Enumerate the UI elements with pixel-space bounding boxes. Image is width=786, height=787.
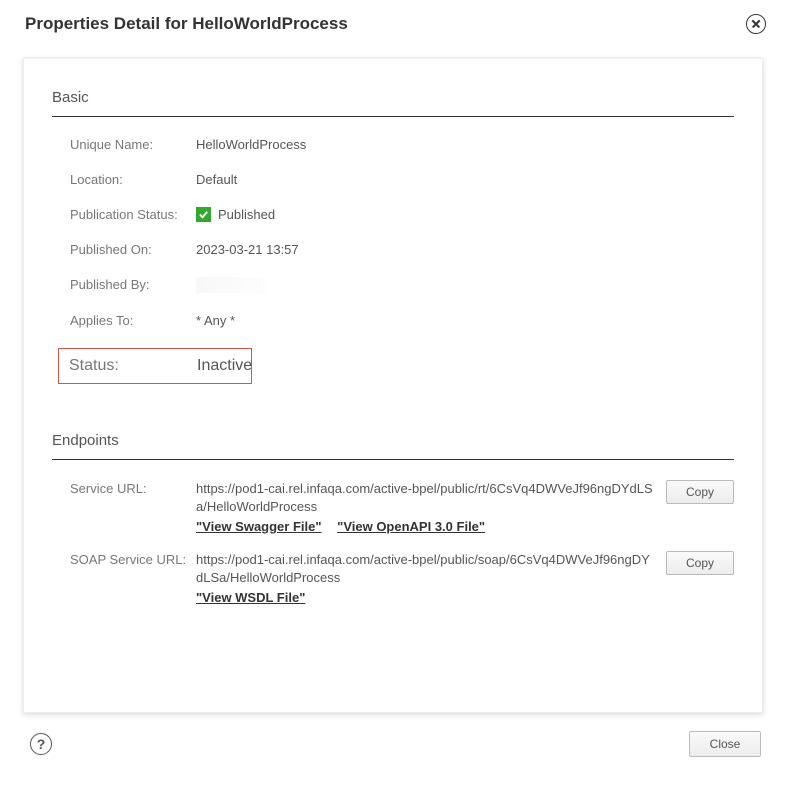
close-button[interactable]: Close [689, 731, 761, 757]
view-wsdl-link[interactable]: "View WSDL File" [196, 590, 305, 605]
label-service-url: Service URL: [70, 480, 196, 496]
label-soap-url: SOAP Service URL: [70, 551, 196, 567]
label-location: Location: [70, 172, 196, 187]
view-openapi-link[interactable]: "View OpenAPI 3.0 File" [337, 519, 485, 534]
row-location: Location: Default [70, 172, 734, 187]
value-applies-to: * Any * [196, 313, 235, 328]
row-published-on: Published On: 2023-03-21 13:57 [70, 242, 734, 257]
basic-section: Basic Unique Name: HelloWorldProcess Loc… [52, 89, 734, 384]
label-applies-to: Applies To: [70, 313, 196, 328]
value-service-url: https://pod1-cai.rel.infaqa.com/active-b… [196, 481, 653, 514]
row-applies-to: Applies To: * Any * [70, 313, 734, 328]
value-published-by [196, 277, 266, 293]
label-published-on: Published On: [70, 242, 196, 257]
endpoints-grid: Service URL: https://pod1-cai.rel.infaqa… [52, 480, 734, 607]
endpoints-section: Endpoints Service URL: https://pod1-cai.… [52, 432, 734, 607]
value-published-on: 2023-03-21 13:57 [196, 242, 299, 257]
content-panel: Basic Unique Name: HelloWorldProcess Loc… [23, 58, 763, 713]
service-url-links: "View Swagger File" "View OpenAPI 3.0 Fi… [196, 518, 656, 536]
view-swagger-link[interactable]: "View Swagger File" [196, 519, 322, 534]
row-status-highlighted: Status: Inactive [58, 348, 252, 384]
endpoints-section-title: Endpoints [52, 432, 734, 449]
row-soap-url: SOAP Service URL: https://pod1-cai.rel.i… [70, 551, 734, 608]
dialog-header: Properties Detail for HelloWorldProcess [0, 0, 786, 48]
publication-status-text: Published [218, 207, 275, 222]
close-icon[interactable] [746, 14, 766, 34]
dialog-footer: ? Close [0, 713, 786, 757]
content-soap-url: https://pod1-cai.rel.infaqa.com/active-b… [196, 551, 666, 608]
copy-service-url-button[interactable]: Copy [666, 480, 734, 504]
row-publication-status: Publication Status: Published [70, 207, 734, 222]
value-soap-url: https://pod1-cai.rel.infaqa.com/active-b… [196, 552, 650, 585]
label-status: Status: [69, 357, 197, 375]
dialog-title: Properties Detail for HelloWorldProcess [25, 14, 348, 34]
value-publication-status: Published [196, 207, 275, 222]
check-icon [196, 207, 211, 222]
divider [52, 116, 734, 117]
help-icon[interactable]: ? [30, 733, 52, 755]
copy-soap-url-button[interactable]: Copy [666, 551, 734, 575]
label-unique-name: Unique Name: [70, 137, 196, 152]
basic-section-title: Basic [52, 89, 734, 106]
value-location: Default [196, 172, 237, 187]
basic-grid: Unique Name: HelloWorldProcess Location:… [52, 137, 734, 384]
redacted-value [196, 277, 266, 293]
label-publication-status: Publication Status: [70, 207, 196, 222]
divider [52, 459, 734, 460]
soap-url-links: "View WSDL File" [196, 589, 656, 607]
row-service-url: Service URL: https://pod1-cai.rel.infaqa… [70, 480, 734, 537]
content-service-url: https://pod1-cai.rel.infaqa.com/active-b… [196, 480, 666, 537]
value-unique-name: HelloWorldProcess [196, 137, 306, 152]
label-published-by: Published By: [70, 277, 196, 292]
row-published-by: Published By: [70, 277, 734, 293]
value-status: Inactive [197, 357, 252, 375]
row-unique-name: Unique Name: HelloWorldProcess [70, 137, 734, 152]
